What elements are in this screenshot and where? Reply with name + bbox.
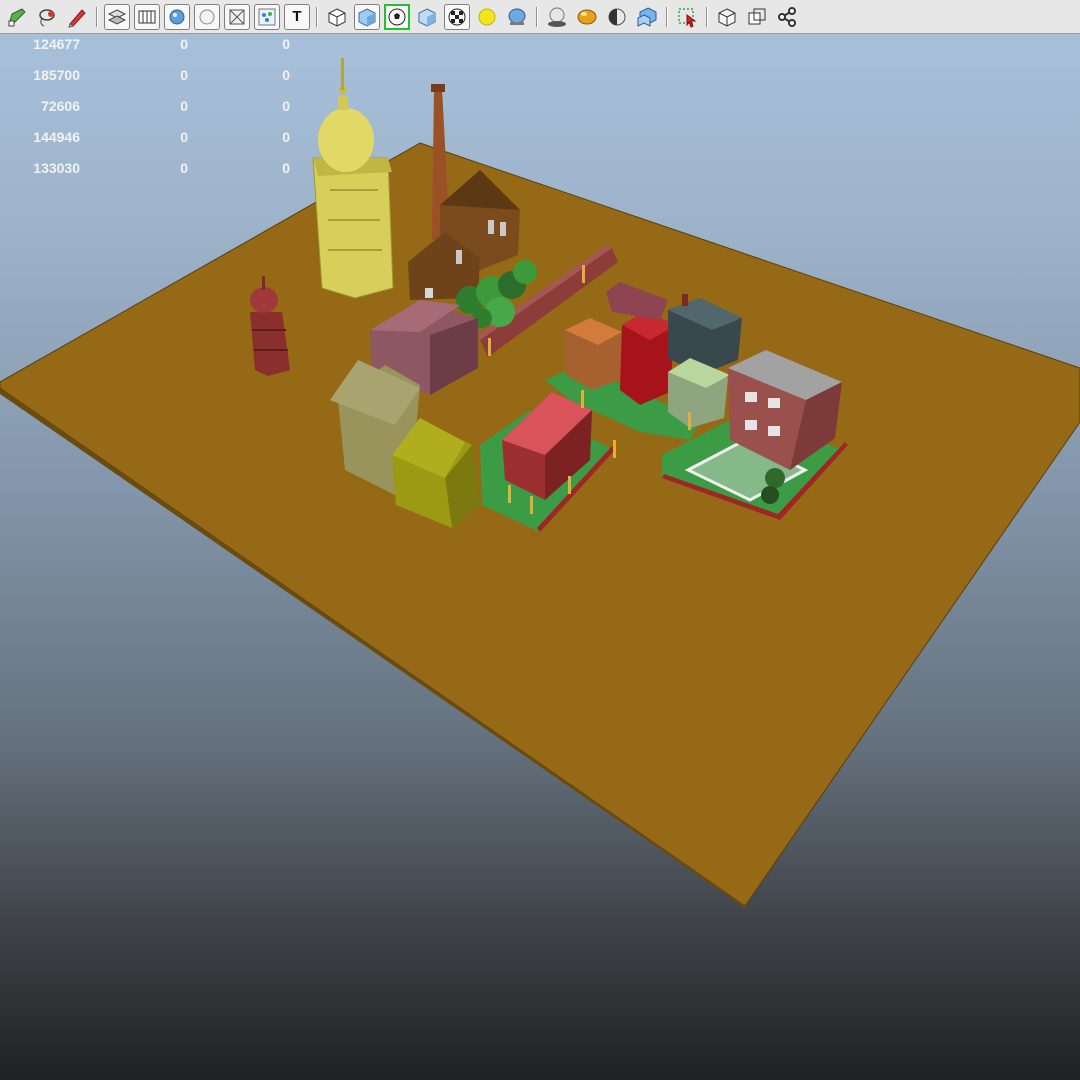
toolbar-separator [96, 6, 98, 27]
wireframe-cube-button[interactable] [324, 4, 350, 30]
3d-viewport[interactable] [0, 34, 1080, 1080]
toolbar-separator [666, 6, 668, 27]
window [500, 222, 506, 236]
x-ray-button[interactable] [224, 3, 250, 30]
blue-cube-icon [636, 6, 658, 28]
viewport-toolbar: T [0, 0, 1080, 34]
tool-select-icon [6, 6, 28, 28]
blue-cube-button[interactable] [634, 4, 660, 30]
gold-sphere-icon [576, 6, 598, 28]
window [456, 250, 462, 264]
flat-cube-button[interactable] [414, 4, 440, 30]
text-label-button[interactable]: T [284, 3, 310, 30]
sphere-shaded-icon [167, 7, 187, 27]
sun-light-icon [476, 6, 498, 28]
sphere-wire-button[interactable] [194, 3, 220, 30]
backface-cube-button[interactable] [714, 4, 740, 30]
gold-sphere-button[interactable] [574, 4, 600, 30]
soccer-ball-button[interactable] [384, 3, 410, 30]
window [488, 220, 494, 234]
film-gate-button[interactable] [134, 3, 160, 30]
flat-cube-icon [416, 6, 438, 28]
isolate-select-icon [676, 6, 698, 28]
tool-select-button[interactable] [4, 4, 30, 30]
half-sphere-icon [606, 6, 628, 28]
share-nodes-icon [776, 6, 798, 28]
checker-texture-button[interactable] [444, 3, 470, 30]
soccer-ball-icon [387, 7, 407, 27]
red-townhouse[interactable] [620, 310, 675, 405]
backface-cube-icon [716, 6, 738, 28]
domed-tower[interactable] [312, 58, 394, 299]
tool-lasso-icon [36, 6, 58, 28]
particles-icon [257, 7, 277, 27]
smooth-shade-cube-button[interactable] [354, 3, 380, 30]
sphere-wire-icon [197, 7, 217, 27]
tool-lasso-button[interactable] [34, 4, 60, 30]
tool-paint-icon [66, 6, 88, 28]
sphere-shaded-button[interactable] [164, 3, 190, 30]
checker-texture-icon [447, 7, 467, 27]
display-layer-button[interactable] [104, 3, 130, 30]
half-sphere-button[interactable] [604, 4, 630, 30]
default-light-button[interactable] [504, 4, 530, 30]
isolate-select-button[interactable] [674, 4, 700, 30]
shadow-sphere-button[interactable] [544, 4, 570, 30]
text-label-icon: T [292, 8, 302, 25]
default-light-icon [506, 6, 528, 28]
wireframe-cube-icon [326, 6, 348, 28]
chimney-cap [431, 84, 445, 92]
film-gate-icon [137, 7, 157, 27]
shadow-sphere-icon [546, 6, 568, 28]
tool-paint-button[interactable] [64, 4, 90, 30]
overlap-squares-button[interactable] [744, 4, 770, 30]
share-nodes-button[interactable] [774, 4, 800, 30]
particles-button[interactable] [254, 3, 280, 30]
orange-townhouse[interactable] [565, 318, 622, 390]
display-layer-icon [107, 7, 127, 27]
toolbar-separator [706, 6, 708, 27]
toolbar-separator [316, 6, 318, 27]
overlap-squares-icon [746, 6, 768, 28]
smooth-shade-cube-icon [357, 7, 377, 27]
toolbar-separator [536, 6, 538, 27]
sun-light-button[interactable] [474, 4, 500, 30]
x-ray-icon [227, 7, 247, 27]
